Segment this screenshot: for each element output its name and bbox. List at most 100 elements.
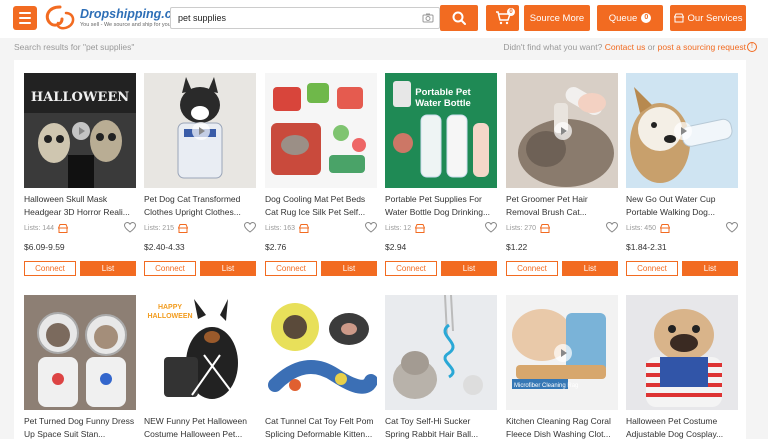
product-thumbnail[interactable] bbox=[265, 73, 377, 188]
play-icon[interactable] bbox=[554, 344, 572, 362]
product-title[interactable]: New Go Out Water Cup Portable Walking Do… bbox=[626, 193, 738, 219]
search-value: pet supplies bbox=[178, 13, 227, 23]
product-title[interactable]: Dog Cooling Mat Pet Beds Cat Rug Ice Sil… bbox=[265, 193, 377, 219]
search-icon bbox=[452, 11, 466, 25]
list-button[interactable]: List bbox=[682, 261, 738, 276]
play-icon[interactable] bbox=[72, 122, 90, 140]
play-icon[interactable] bbox=[674, 122, 692, 140]
svg-text:Microfiber Cleaning Rag: Microfiber Cleaning Rag bbox=[514, 383, 578, 389]
store-icon bbox=[539, 224, 550, 233]
product-thumbnail[interactable] bbox=[144, 73, 256, 188]
lists-label: Lists: 270 bbox=[506, 225, 536, 232]
store-icon bbox=[415, 224, 426, 233]
product-title[interactable]: Cat Tunnel Cat Toy Felt Pom Splicing Def… bbox=[265, 415, 377, 439]
product-thumbnail[interactable] bbox=[24, 295, 136, 410]
queue-count-badge: 0 bbox=[641, 13, 652, 23]
store-icon bbox=[298, 224, 309, 233]
lists-label: Lists: 163 bbox=[265, 225, 295, 232]
product-price: $2.94 bbox=[385, 242, 407, 252]
connect-button[interactable]: Connect bbox=[626, 261, 678, 276]
lists-info: Lists: 12 bbox=[385, 224, 426, 233]
our-services-button[interactable]: Our Services bbox=[670, 5, 746, 31]
product-title[interactable]: Portable Pet Supplies For Water Bottle D… bbox=[385, 193, 497, 219]
play-icon[interactable] bbox=[554, 122, 572, 140]
brand-tagline: You sell - We source and ship for you! bbox=[80, 22, 173, 28]
store-icon bbox=[659, 224, 670, 233]
svg-text:Portable PetWater Bottle: Portable Pet Water Bottle bbox=[415, 87, 471, 109]
product-price: $2.76 bbox=[265, 242, 287, 252]
help-prefix: Didn't find what you want? bbox=[503, 42, 603, 52]
list-button[interactable]: List bbox=[321, 261, 377, 276]
search-input[interactable]: pet supplies bbox=[170, 7, 440, 29]
product-price: $1.22 bbox=[506, 242, 528, 252]
product-image bbox=[265, 295, 377, 410]
connect-button[interactable]: Connect bbox=[24, 261, 76, 276]
list-button[interactable]: List bbox=[80, 261, 136, 276]
heart-icon[interactable] bbox=[244, 222, 256, 233]
product-image: Portable Pet Water Bottle bbox=[385, 73, 497, 188]
info-icon[interactable]: ! bbox=[747, 42, 757, 52]
product-thumbnail[interactable]: Portable Pet Water Bottle bbox=[385, 73, 497, 188]
product-title[interactable]: Pet Groomer Pet Hair Removal Brush Cat..… bbox=[506, 193, 618, 219]
product-price: $2.40-4.33 bbox=[144, 242, 185, 252]
product-grid: HALLOWEEN Halloween Skull Mask Headgear … bbox=[14, 60, 746, 439]
camera-icon[interactable] bbox=[422, 12, 434, 24]
list-button[interactable]: List bbox=[200, 261, 256, 276]
product-title[interactable]: Kitchen Cleaning Rag Coral Fleece Dish W… bbox=[506, 415, 618, 439]
product-image: HAPPY HALLOWEEN bbox=[144, 295, 256, 410]
product-image bbox=[24, 295, 136, 410]
connect-button[interactable]: Connect bbox=[506, 261, 558, 276]
queue-label: Queue bbox=[608, 12, 638, 24]
connect-button[interactable]: Connect bbox=[144, 261, 196, 276]
product-thumbnail[interactable] bbox=[626, 295, 738, 410]
cart-button[interactable]: 0 bbox=[486, 5, 519, 31]
heart-icon[interactable] bbox=[606, 222, 618, 233]
product-title[interactable]: Cat Toy Self-Hi Sucker Spring Rabbit Hai… bbox=[385, 415, 497, 439]
product-thumbnail[interactable] bbox=[265, 295, 377, 410]
product-title[interactable]: NEW Funny Pet Halloween Costume Hallowee… bbox=[144, 415, 256, 439]
lists-label: Lists: 12 bbox=[385, 225, 412, 232]
heart-icon[interactable] bbox=[485, 222, 497, 233]
search-button[interactable] bbox=[440, 5, 478, 31]
svg-text:HALLOWEEN: HALLOWEEN bbox=[31, 90, 129, 105]
lists-info: Lists: 450 bbox=[626, 224, 670, 233]
lists-label: Lists: 144 bbox=[24, 225, 54, 232]
lists-info: Lists: 163 bbox=[265, 224, 309, 233]
source-more-button[interactable]: Source More bbox=[524, 5, 590, 31]
product-title[interactable]: Pet Turned Dog Funny Dress Up Space Suit… bbox=[24, 415, 136, 439]
lists-info: Lists: 270 bbox=[506, 224, 550, 233]
product-thumbnail[interactable]: HALLOWEEN bbox=[24, 73, 136, 188]
product-price: $1.84-2.31 bbox=[626, 242, 667, 252]
queue-button[interactable]: Queue 0 bbox=[597, 5, 663, 31]
product-image bbox=[385, 295, 497, 410]
product-thumbnail[interactable]: HAPPY HALLOWEEN bbox=[144, 295, 256, 410]
store-icon bbox=[177, 224, 188, 233]
list-button[interactable]: List bbox=[562, 261, 618, 276]
logo[interactable]: Dropshipping.com You sell - We source an… bbox=[42, 3, 190, 33]
product-title[interactable]: Pet Dog Cat Transformed Clothes Upright … bbox=[144, 193, 256, 219]
play-icon[interactable] bbox=[192, 122, 210, 140]
product-thumbnail[interactable] bbox=[385, 295, 497, 410]
product-thumbnail[interactable]: Microfiber Cleaning Rag bbox=[506, 295, 618, 410]
sourcing-request-link[interactable]: post a sourcing request bbox=[658, 42, 746, 52]
lists-info: Lists: 144 bbox=[24, 224, 68, 233]
contact-us-link[interactable]: Contact us bbox=[605, 42, 646, 52]
product-thumbnail[interactable] bbox=[626, 73, 738, 188]
list-button[interactable]: List bbox=[441, 261, 497, 276]
heart-icon[interactable] bbox=[726, 222, 738, 233]
connect-button[interactable]: Connect bbox=[265, 261, 317, 276]
product-title[interactable]: Halloween Skull Mask Headgear 3D Horror … bbox=[24, 193, 136, 219]
product-price: $6.09-9.59 bbox=[24, 242, 65, 252]
cart-count-badge: 0 bbox=[507, 8, 515, 16]
results-bar: Search results for "pet supplies" Didn't… bbox=[0, 38, 768, 58]
results-text: Search results for "pet supplies" bbox=[14, 42, 135, 52]
store-icon bbox=[673, 13, 684, 23]
heart-icon[interactable] bbox=[365, 222, 377, 233]
connect-button[interactable]: Connect bbox=[385, 261, 437, 276]
top-header: Dropshipping.com You sell - We source an… bbox=[0, 0, 768, 38]
product-title[interactable]: Halloween Pet Costume Adjustable Dog Cos… bbox=[626, 415, 738, 439]
help-or: or bbox=[647, 42, 656, 52]
menu-icon[interactable] bbox=[13, 6, 37, 30]
product-thumbnail[interactable] bbox=[506, 73, 618, 188]
heart-icon[interactable] bbox=[124, 222, 136, 233]
